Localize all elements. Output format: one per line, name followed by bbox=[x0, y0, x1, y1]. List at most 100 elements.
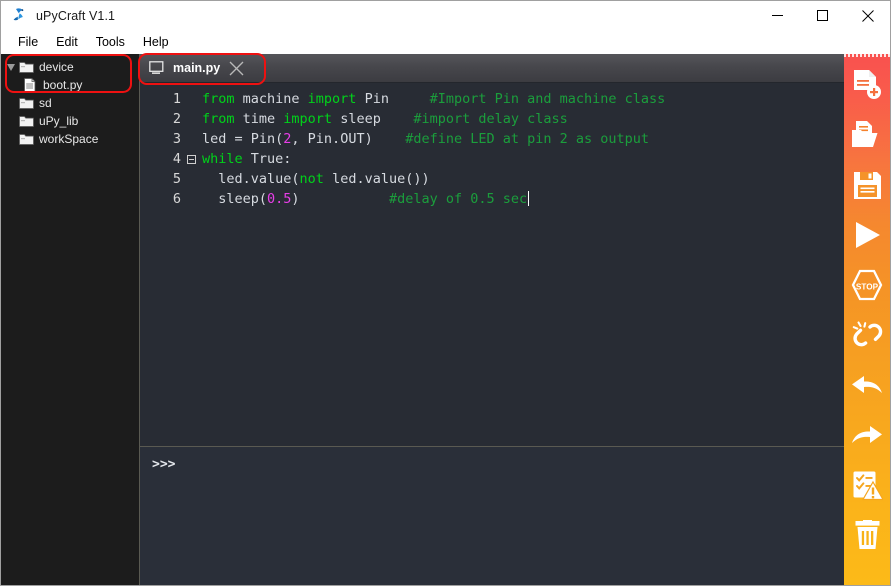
code-line: from machine import Pin #Import Pin and … bbox=[202, 89, 844, 109]
folder-icon bbox=[18, 60, 34, 74]
window-controls bbox=[755, 0, 890, 31]
folder-icon bbox=[18, 96, 34, 110]
undo-arrow-icon bbox=[851, 373, 883, 397]
repl-terminal[interactable]: >>> bbox=[140, 447, 844, 585]
folder-icon bbox=[18, 132, 34, 146]
redo-button[interactable] bbox=[844, 410, 890, 460]
menu-item-help[interactable]: Help bbox=[134, 33, 178, 51]
window-title: uPyCraft V1.1 bbox=[36, 8, 116, 23]
tab-bar: main.py bbox=[140, 54, 844, 83]
open-folder-icon bbox=[851, 120, 883, 150]
code-token-kw: import bbox=[307, 91, 357, 107]
sidebar-item-workspace[interactable]: workSpace bbox=[1, 130, 139, 148]
repl-prompt: >>> bbox=[152, 457, 176, 472]
menu-item-edit[interactable]: Edit bbox=[47, 33, 87, 51]
upycraft-logo-icon bbox=[11, 7, 28, 24]
code-token-kw: not bbox=[299, 171, 324, 187]
maximize-button[interactable] bbox=[800, 0, 845, 31]
fold-collapse-icon[interactable] bbox=[187, 155, 196, 164]
trash-icon bbox=[854, 520, 881, 550]
code-token-txt: True: bbox=[242, 151, 292, 167]
tab-label: main.py bbox=[173, 61, 221, 75]
sidebar-item-upy-lib[interactable]: uPy_lib bbox=[1, 112, 139, 130]
checklist-warning-icon bbox=[852, 470, 883, 501]
code-token-com: #import delay class bbox=[413, 111, 568, 127]
folder-icon bbox=[18, 114, 34, 128]
svg-text:STOP: STOP bbox=[856, 283, 879, 292]
stop-button[interactable]: STOP bbox=[844, 260, 890, 310]
sidebar-item-boot-py[interactable]: boot.py bbox=[1, 76, 139, 94]
line-number-gutter: 1 2 3 4 5 6 bbox=[140, 83, 196, 446]
code-token-txt: led.value()) bbox=[323, 171, 430, 187]
title-bar-left: uPyCraft V1.1 bbox=[1, 7, 755, 24]
code-token-txt: led.value( bbox=[202, 171, 300, 187]
sidebar-item-label: uPy_lib bbox=[39, 114, 79, 128]
editor-column: main.py 1 2 3 4 5 6 from machine import … bbox=[140, 54, 844, 585]
disconnect-button[interactable] bbox=[844, 310, 890, 360]
open-file-button[interactable] bbox=[844, 110, 890, 160]
save-file-button[interactable] bbox=[844, 160, 890, 210]
run-button[interactable] bbox=[844, 210, 890, 260]
line-number-text: 4 bbox=[172, 151, 181, 167]
sidebar-item-sd[interactable]: sd bbox=[1, 94, 139, 112]
close-button[interactable] bbox=[845, 0, 890, 31]
sidebar-item-label: sd bbox=[39, 96, 52, 110]
broken-link-icon bbox=[852, 320, 883, 351]
line-number: 3 bbox=[172, 131, 181, 147]
menu-item-tools[interactable]: Tools bbox=[87, 33, 134, 51]
line-number: 5 bbox=[172, 171, 181, 187]
title-bar: uPyCraft V1.1 bbox=[1, 0, 890, 31]
file-icon bbox=[22, 78, 38, 92]
sidebar-item-label: boot.py bbox=[43, 78, 83, 92]
undo-button[interactable] bbox=[844, 360, 890, 410]
code-token-kw: while bbox=[202, 151, 243, 167]
tab-main-py[interactable]: main.py bbox=[140, 54, 254, 82]
save-floppy-icon bbox=[853, 171, 882, 200]
upycraft-window: uPyCraft V1.1 File Edit Tools Help devic… bbox=[0, 0, 891, 586]
code-token-kw: from bbox=[202, 91, 235, 107]
code-line: from time import sleep #import delay cla… bbox=[202, 109, 844, 129]
code-token-txt: , Pin.OUT) bbox=[291, 131, 406, 147]
text-cursor bbox=[528, 191, 530, 206]
code-token-num: 0.5 bbox=[267, 191, 292, 207]
main-body: device boot.py sd uPy_lib workSpace main… bbox=[1, 54, 890, 585]
code-token-com: #define LED at pin 2 as output bbox=[405, 131, 650, 147]
code-line: led.value(not led.value()) bbox=[202, 169, 844, 189]
sidebar-item-label: device bbox=[39, 60, 74, 74]
sidebar-item-device[interactable]: device bbox=[1, 58, 139, 76]
code-token-kw: from bbox=[202, 111, 235, 127]
code-line: led = Pin(2, Pin.OUT) #define LED at pin… bbox=[202, 129, 844, 149]
file-tree-sidebar: device boot.py sd uPy_lib workSpace bbox=[1, 54, 140, 585]
code-token-txt: led = Pin( bbox=[202, 131, 284, 147]
right-toolbar: STOP bbox=[844, 54, 890, 585]
play-icon bbox=[852, 220, 882, 250]
new-file-icon bbox=[852, 69, 882, 101]
code-editor[interactable]: 1 2 3 4 5 6 from machine import Pin #Imp… bbox=[140, 83, 844, 447]
code-token-txt: time bbox=[234, 111, 284, 127]
code-token-txt: Pin bbox=[356, 91, 430, 107]
sidebar-item-label: workSpace bbox=[39, 132, 99, 146]
menu-bar: File Edit Tools Help bbox=[1, 31, 890, 54]
code-token-com: #Import Pin and machine class bbox=[429, 91, 666, 107]
code-token-com: #delay of 0.5 sec bbox=[388, 191, 528, 207]
menu-item-file[interactable]: File bbox=[9, 33, 47, 51]
line-number: 4 bbox=[140, 149, 196, 169]
code-line: while True: bbox=[202, 149, 844, 169]
syntax-check-button[interactable] bbox=[844, 460, 890, 510]
new-file-button[interactable] bbox=[844, 60, 890, 110]
line-number: 2 bbox=[172, 111, 181, 127]
tab-close-icon[interactable] bbox=[227, 59, 245, 77]
line-number: 6 bbox=[172, 191, 181, 207]
code-token-txt: machine bbox=[234, 91, 308, 107]
line-number: 1 bbox=[172, 91, 181, 107]
screen-icon bbox=[149, 60, 166, 76]
code-text[interactable]: from machine import Pin #Import Pin and … bbox=[184, 83, 844, 446]
redo-arrow-icon bbox=[851, 423, 883, 447]
delete-button[interactable] bbox=[844, 510, 890, 560]
chevron-down-icon[interactable] bbox=[5, 61, 18, 74]
code-token-txt: ) bbox=[291, 191, 389, 207]
code-line: sleep(0.5) #delay of 0.5 sec bbox=[202, 189, 844, 209]
stop-icon: STOP bbox=[851, 269, 883, 301]
minimize-button[interactable] bbox=[755, 0, 800, 31]
code-token-txt: sleep bbox=[332, 111, 414, 127]
